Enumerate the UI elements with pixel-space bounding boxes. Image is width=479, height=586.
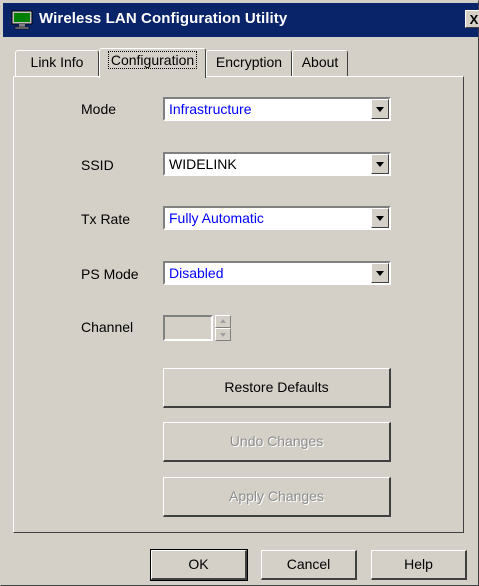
tx-rate-value: Fully Automatic xyxy=(169,210,264,226)
channel-field xyxy=(163,315,213,341)
window-title: Wireless LAN Configuration Utility xyxy=(39,10,288,27)
chevron-down-icon[interactable] xyxy=(371,154,389,174)
tx-rate-select[interactable]: Fully Automatic xyxy=(163,206,391,230)
ssid-value: WIDELINK xyxy=(169,156,237,172)
apply-changes-button: Apply Changes xyxy=(163,477,391,517)
tab-encryption[interactable]: Encryption xyxy=(206,50,292,76)
ps-mode-select[interactable]: Disabled xyxy=(163,261,391,285)
mode-select[interactable]: Infrastructure xyxy=(163,97,391,121)
cancel-button[interactable]: Cancel xyxy=(261,550,357,580)
chevron-down-icon[interactable] xyxy=(371,263,389,283)
configuration-panel xyxy=(13,76,464,533)
restore-defaults-button[interactable]: Restore Defaults xyxy=(163,368,391,408)
tab-about[interactable]: About xyxy=(292,50,348,76)
ps-mode-value: Disabled xyxy=(169,265,224,281)
ps-mode-label: PS Mode xyxy=(81,266,139,282)
tab-link-info[interactable]: Link Info xyxy=(15,50,99,76)
monitor-icon xyxy=(11,10,33,30)
tx-rate-label: Tx Rate xyxy=(81,211,131,227)
close-button[interactable]: X xyxy=(465,10,479,28)
apply-changes-label: Apply Changes xyxy=(229,488,324,504)
undo-changes-label: Undo Changes xyxy=(229,433,324,449)
mode-value: Infrastructure xyxy=(169,101,252,117)
tab-label: Configuration xyxy=(107,51,198,69)
spin-down-icon xyxy=(215,328,231,341)
ssid-select[interactable]: WIDELINK xyxy=(163,152,391,176)
ok-button[interactable]: OK xyxy=(150,549,248,581)
spin-up-icon xyxy=(215,315,231,328)
help-label: Help xyxy=(404,556,433,572)
ok-label: OK xyxy=(188,556,209,572)
dialog-window: Wireless LAN Configuration Utility X Lin… xyxy=(0,0,479,586)
ssid-label: SSID xyxy=(81,157,114,173)
close-icon: X xyxy=(469,12,479,27)
chevron-down-icon[interactable] xyxy=(371,208,389,228)
title-bar[interactable]: Wireless LAN Configuration Utility X xyxy=(3,3,479,37)
tab-label: Link Info xyxy=(30,54,84,70)
tab-configuration[interactable]: Configuration xyxy=(99,48,206,78)
tab-label: Encryption xyxy=(215,54,283,70)
tab-label: About xyxy=(301,54,339,70)
channel-label: Channel xyxy=(81,319,134,335)
cancel-label: Cancel xyxy=(286,556,331,572)
mode-label: Mode xyxy=(81,101,117,117)
undo-changes-button: Undo Changes xyxy=(163,422,391,462)
help-button[interactable]: Help xyxy=(371,550,467,580)
chevron-down-icon[interactable] xyxy=(371,99,389,119)
restore-defaults-label: Restore Defaults xyxy=(224,379,329,395)
